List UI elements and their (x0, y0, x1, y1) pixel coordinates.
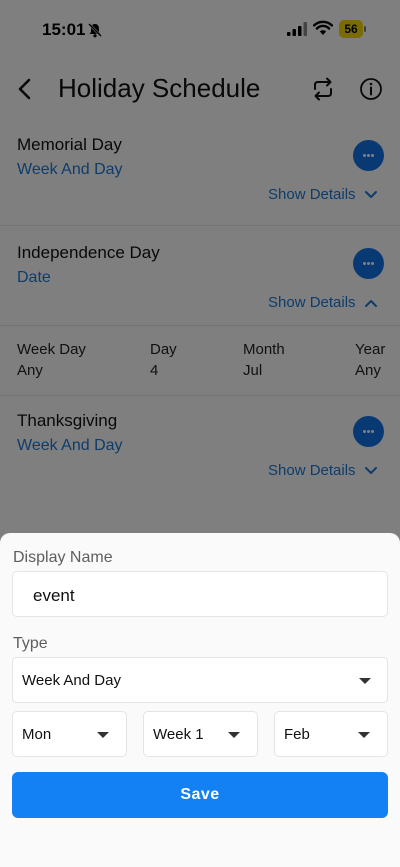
edit-holiday-sheet: Display Name event Type Week And Day Mon… (0, 533, 400, 867)
display-name-label: Display Name (13, 549, 113, 566)
month-select[interactable]: Feb (274, 711, 388, 757)
weekday-select[interactable]: Mon (12, 711, 127, 757)
type-select-value: Week And Day (22, 672, 121, 689)
display-name-input[interactable]: event (12, 571, 388, 617)
dropdown-caret-icon (358, 732, 370, 738)
dropdown-caret-icon (97, 732, 109, 738)
type-label: Type (13, 635, 48, 652)
type-select[interactable]: Week And Day (12, 657, 388, 703)
weekday-select-value: Mon (22, 726, 52, 743)
month-select-value: Feb (284, 726, 310, 743)
save-button[interactable]: Save (12, 772, 388, 818)
week-select[interactable]: Week 1 (143, 711, 258, 757)
week-select-value: Week 1 (153, 726, 204, 743)
dropdown-caret-icon (228, 732, 240, 738)
dropdown-caret-icon (359, 678, 371, 684)
